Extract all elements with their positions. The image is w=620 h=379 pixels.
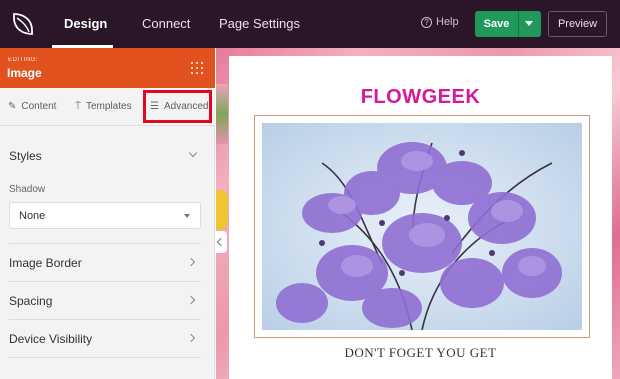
subtab-templates[interactable]: ⍑ Templates — [75, 88, 132, 126]
element-title: Image — [7, 66, 42, 80]
subtab-content-label: Content — [21, 101, 57, 112]
subtab-content[interactable]: ✎ Content — [8, 88, 56, 126]
shadow-select[interactable]: None — [9, 202, 201, 229]
image-caption[interactable]: DON'T FOGET YOU GET — [229, 345, 612, 361]
chevron-right-icon[interactable] — [186, 295, 196, 305]
shadow-select-value: None — [19, 210, 46, 222]
device-visibility-section[interactable]: Device Visibility — [9, 332, 92, 346]
shadow-label: Shadow — [9, 184, 46, 195]
chevron-right-icon[interactable] — [186, 257, 196, 267]
tab-page-settings[interactable]: Page Settings — [219, 0, 300, 48]
seedprod-logo-icon[interactable] — [8, 10, 38, 38]
collapse-panel-handle[interactable] — [215, 231, 227, 253]
image-block[interactable] — [254, 115, 590, 338]
editor-subtabs: ✎ Content ⍑ Templates ☰ Advanced — [0, 88, 215, 126]
tab-design[interactable]: Design — [64, 0, 107, 48]
help-link[interactable]: ? Help — [421, 16, 459, 28]
help-label: Help — [436, 16, 459, 28]
preview-button[interactable]: Preview — [548, 11, 607, 37]
editing-header: EDITING: Image — [0, 48, 215, 88]
divider — [9, 243, 201, 244]
image-border-section[interactable]: Image Border — [9, 256, 82, 270]
subtab-templates-label: Templates — [86, 101, 132, 112]
divider — [9, 357, 201, 358]
select-caret-icon — [184, 214, 190, 218]
editing-label: EDITING: — [8, 57, 39, 63]
divider — [9, 281, 201, 282]
save-dropdown-caret-icon[interactable] — [525, 21, 533, 26]
save-label: Save — [483, 18, 510, 30]
advanced-highlight-box — [143, 90, 212, 123]
spacing-section[interactable]: Spacing — [9, 294, 52, 308]
tab-connect[interactable]: Connect — [142, 0, 190, 48]
editor-panel: EDITING: Image ✎ Content ⍑ Templates ☰ A… — [0, 48, 215, 379]
background-flower — [216, 190, 228, 230]
divider — [9, 319, 201, 320]
flower-photo — [262, 123, 582, 330]
chevron-right-icon[interactable] — [186, 333, 196, 343]
paint-roller-icon: ⍑ — [75, 101, 81, 112]
grid-menu-icon[interactable] — [190, 61, 204, 75]
pencil-icon: ✎ — [8, 101, 17, 112]
save-divider — [518, 11, 519, 37]
question-circle-icon: ? — [421, 16, 432, 28]
brand-heading[interactable]: FLOWGEEK — [229, 86, 612, 109]
preview-card: FLOWGEEK DON'T FOGET YOU GET — [229, 56, 612, 379]
chevron-down-icon[interactable] — [188, 148, 198, 158]
background-leaf — [216, 84, 228, 144]
styles-section-title[interactable]: Styles — [9, 149, 42, 163]
top-bar: Design Connect Page Settings ? Help Save… — [0, 0, 620, 48]
save-button[interactable]: Save — [475, 11, 541, 37]
